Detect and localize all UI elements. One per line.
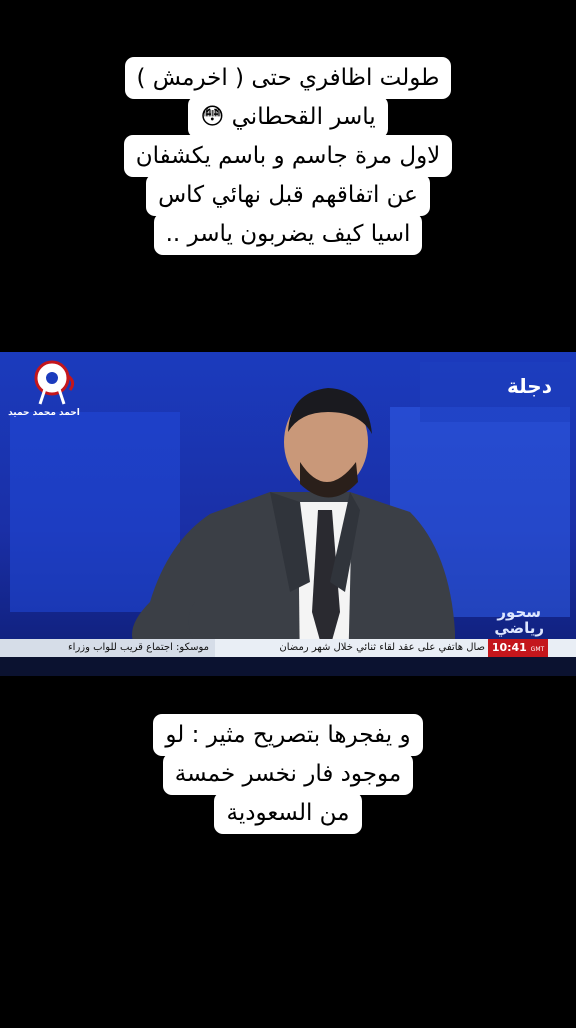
program-logo: سحور رياضي — [494, 603, 544, 637]
caption-line: موجود فار نخسر خمسة — [162, 753, 414, 795]
caption-line: عن اتفاقهم قبل نهائي كاس — [146, 174, 430, 216]
caption-line: و يفجرها بتصريح مثير : لو — [153, 714, 423, 756]
ticker-text-right: صال هاتفي على عقد لقاء ثنائي خلال شهر رم… — [279, 642, 485, 653]
caption-line: من السعودية — [214, 792, 362, 834]
video-frame[interactable]: احمد محمد حميد دجلة سحور رياضي موسكو: اج… — [0, 352, 576, 676]
caption-line: ياسر القحطاني 😳 — [188, 96, 388, 138]
presenter — [132, 388, 455, 676]
ticker-text-left: موسكو: اجتماع قريب للواب وزراء — [0, 639, 215, 657]
clock-time: 10:41 — [491, 641, 527, 654]
ticker-underbar — [0, 657, 576, 676]
caption-line: اسيا كيف يضربون ياسر .. — [153, 213, 423, 255]
caption-line: طولت اظافري حتى ( اخرمش ) — [124, 57, 452, 99]
caption-bottom: و يفجرها بتصريح مثير : لو موجود فار نخسر… — [0, 714, 576, 834]
news-ticker: موسكو: اجتماع قريب للواب وزراء صال هاتفي… — [0, 639, 576, 657]
caption-line: لاول مرة جاسم و باسم يكشفان — [123, 135, 453, 177]
clock-badge: 10:41 GMT — [488, 639, 548, 657]
caption-top: طولت اظافري حتى ( اخرمش ) ياسر القحطاني … — [0, 57, 576, 255]
clock-suffix: GMT — [530, 646, 545, 653]
